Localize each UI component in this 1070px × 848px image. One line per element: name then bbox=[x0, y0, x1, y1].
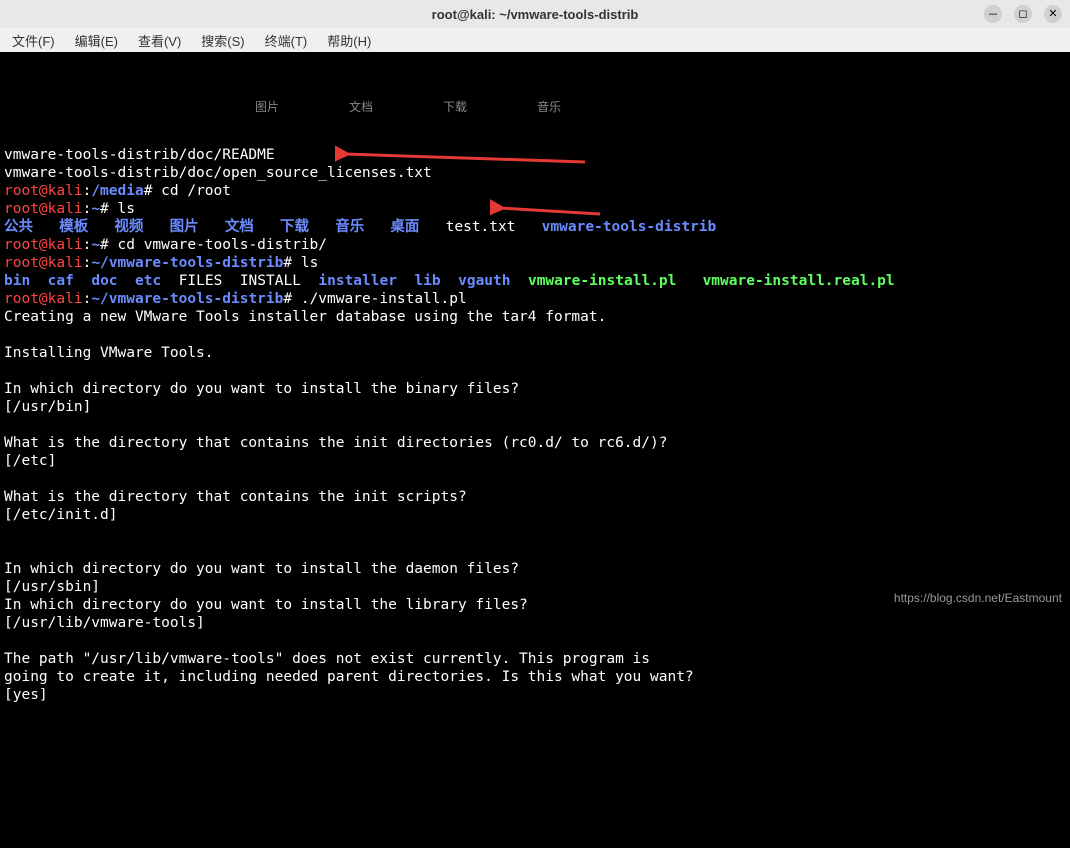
close-button[interactable]: ✕ bbox=[1044, 5, 1062, 23]
output-line: [/etc] bbox=[4, 453, 56, 469]
output-line: [/etc/init.d] bbox=[4, 507, 118, 523]
exec-item: vmware-install.real.pl bbox=[703, 273, 895, 289]
prompt-cmd: # ls bbox=[283, 255, 318, 271]
dir-item: 桌面 bbox=[390, 219, 419, 235]
dir-item: vmware-tools-distrib bbox=[542, 219, 717, 235]
prompt-path: ~ bbox=[91, 201, 100, 217]
file-item: test.txt bbox=[446, 219, 516, 235]
output-line: Installing VMware Tools. bbox=[4, 345, 214, 361]
prompt-cmd: # ls bbox=[100, 201, 135, 217]
dir-item: doc bbox=[91, 273, 117, 289]
bg-documents-label: 文档 bbox=[349, 98, 373, 116]
bg-downloads-label: 下载 bbox=[443, 98, 467, 116]
maximize-button[interactable]: ◻ bbox=[1014, 5, 1032, 23]
exec-item: vmware-install.pl bbox=[528, 273, 676, 289]
prompt-cmd: # cd /root bbox=[144, 183, 231, 199]
dir-item: bin bbox=[4, 273, 30, 289]
output-line: vmware-tools-distrib/doc/README bbox=[4, 147, 275, 163]
output-line: Creating a new VMware Tools installer da… bbox=[4, 309, 606, 325]
output-line: vmware-tools-distrib/doc/open_source_lic… bbox=[4, 165, 432, 181]
prompt-user: root@kali bbox=[4, 255, 83, 271]
terminal-area[interactable]: 图片 文档 下载 音乐 vmware-tools-distrib/doc/REA… bbox=[0, 52, 1070, 613]
terminal-content: vmware-tools-distrib/doc/README vmware-t… bbox=[4, 128, 1066, 722]
dir-item: 图片 bbox=[170, 219, 199, 235]
output-line: [yes] bbox=[4, 687, 48, 703]
minimize-button[interactable]: － bbox=[984, 5, 1002, 23]
prompt-cmd: # cd vmware-tools-distrib/ bbox=[100, 237, 327, 253]
output-line: [/usr/sbin] bbox=[4, 579, 100, 595]
dir-item: 公共 bbox=[4, 219, 33, 235]
menu-search[interactable]: 搜索(S) bbox=[195, 29, 250, 52]
dir-item: lib bbox=[414, 273, 440, 289]
prompt-path: ~ bbox=[91, 237, 100, 253]
prompt-user: root@kali bbox=[4, 183, 83, 199]
prompt-user: root@kali bbox=[4, 201, 83, 217]
output-line: [/usr/bin] bbox=[4, 399, 91, 415]
dir-item: etc bbox=[135, 273, 161, 289]
dir-item: 文档 bbox=[225, 219, 254, 235]
menu-view[interactable]: 查看(V) bbox=[132, 29, 187, 52]
output-line: [/usr/lib/vmware-tools] bbox=[4, 615, 205, 631]
dir-item: caf bbox=[48, 273, 74, 289]
window-titlebar: root@kali: ~/vmware-tools-distrib － ◻ ✕ bbox=[0, 0, 1070, 28]
bg-pictures-label: 图片 bbox=[255, 98, 279, 116]
menu-edit[interactable]: 编辑(E) bbox=[69, 29, 124, 52]
prompt-user: root@kali bbox=[4, 291, 83, 307]
prompt-user: root@kali bbox=[4, 237, 83, 253]
menubar: 文件(F) 编辑(E) 查看(V) 搜索(S) 终端(T) 帮助(H) bbox=[0, 28, 1070, 52]
prompt-path: ~/vmware-tools-distrib bbox=[91, 291, 283, 307]
dir-item: 音乐 bbox=[335, 219, 364, 235]
prompt-path: /media bbox=[91, 183, 143, 199]
dir-item: 模板 bbox=[59, 219, 88, 235]
output-line: What is the directory that contains the … bbox=[4, 435, 667, 451]
prompt-cmd: # ./vmware-install.pl bbox=[283, 291, 466, 307]
output-line: In which directory do you want to instal… bbox=[4, 561, 519, 577]
output-line: The path "/usr/lib/vmware-tools" does no… bbox=[4, 651, 650, 667]
dir-item: 下载 bbox=[280, 219, 309, 235]
menu-help[interactable]: 帮助(H) bbox=[321, 29, 377, 52]
output-line: going to create it, including needed par… bbox=[4, 669, 694, 685]
output-line: In which directory do you want to instal… bbox=[4, 381, 519, 397]
dir-item: 视频 bbox=[114, 219, 143, 235]
output-line: What is the directory that contains the … bbox=[4, 489, 467, 505]
menu-terminal[interactable]: 终端(T) bbox=[259, 29, 314, 52]
file-item: FILES bbox=[179, 273, 223, 289]
file-item: INSTALL bbox=[240, 273, 301, 289]
window-title: root@kali: ~/vmware-tools-distrib bbox=[432, 7, 639, 22]
menu-file[interactable]: 文件(F) bbox=[6, 29, 61, 52]
output-line: In which directory do you want to instal… bbox=[4, 597, 528, 613]
prompt-path: ~/vmware-tools-distrib bbox=[91, 255, 283, 271]
window-controls: － ◻ ✕ bbox=[984, 5, 1062, 23]
bg-music-label: 音乐 bbox=[537, 98, 561, 116]
dir-item: installer bbox=[318, 273, 397, 289]
dir-item: vgauth bbox=[458, 273, 510, 289]
